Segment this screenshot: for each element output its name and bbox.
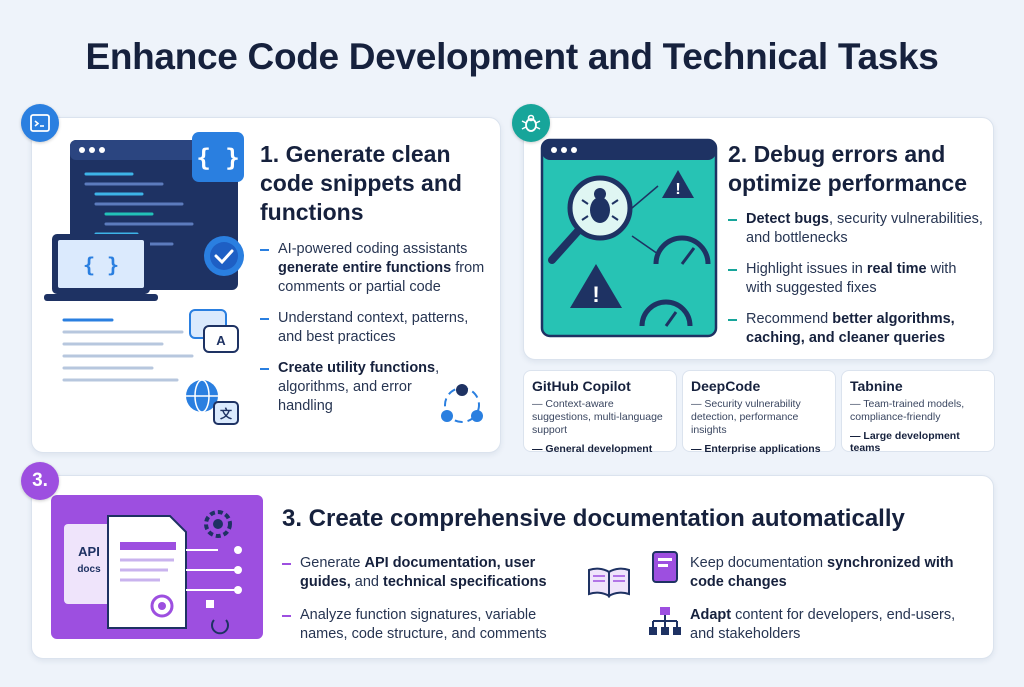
tool-description: — Context-aware suggestions, multi-langu… [532,398,663,436]
svg-text:!: ! [592,282,599,307]
section3-bullets-left: Generate API documentation, user guides,… [282,554,582,656]
tool-card-github-copilot: GitHub Copilot — Context-aware suggestio… [523,370,677,455]
list-item: Analyze function signatures, variable na… [282,606,582,644]
list-item: Detect bugs, security vulnerabilities, a… [728,210,983,248]
bullet-text: Keep documentation [690,555,828,571]
svg-text:A: A [216,333,226,348]
bullet-text: Highlight issues in [746,261,867,277]
documentation-card: API docs 3. Create comprehensive documen… [31,475,994,659]
bullet-bold: Adapt [690,607,732,623]
api-label: API [78,544,100,559]
code-generation-card: { } { } A 文 1. Generate clean code snipp… [31,117,501,453]
list-item: Highlight issues in real time with with … [728,260,983,298]
bullet-bold: generate entire functions [278,260,452,276]
svg-text:{ }: { } [83,253,119,277]
bullet-text: Generate [300,555,365,571]
section3-number-badge: 3. [21,462,59,500]
list-item: Adapt content for developers, end-users,… [672,606,962,644]
documentation-illustration: API docs [51,495,263,639]
bullet-text: AI-powered coding assistants [278,241,468,257]
tool-card-tabnine: Tabnine — Team-trained models, complianc… [841,370,995,454]
tool-name: Tabnine [850,378,903,394]
svg-text:!: ! [675,181,680,198]
tool-card-deepcode: DeepCode — Security vulnerability detect… [682,370,836,455]
section3-bullets-right: Keep documentation synchronized with cod… [672,554,962,656]
tool-use-case: — Enterprise applications [691,443,821,455]
debug-window-illustration: ! ! [540,138,718,338]
terminal-icon [21,104,59,142]
bullet-bold: technical specifications [383,574,547,590]
bug-icon [512,104,550,142]
page-title: Enhance Code Development and Technical T… [85,36,939,77]
debugging-card: ! ! 2. Debug errors and optimize perform… [523,117,994,360]
list-item: Recommend better algorithms, caching, an… [728,310,983,348]
tool-name: DeepCode [691,378,761,394]
list-item: Understand context, patterns, and best p… [260,309,495,347]
bullet-text: and [350,574,384,590]
section2-bullets: Detect bugs, security vulnerabilities, a… [728,210,983,360]
bullet-bold: Detect bugs [746,211,829,227]
bullet-bold: Create utility functions [278,360,436,376]
list-item: AI-powered coding assistants generate en… [260,240,495,297]
svg-text:文: 文 [220,406,233,421]
tool-use-case: — Large development teams [850,430,960,454]
section1-heading: 1. Generate clean code snippets and func… [260,141,462,225]
open-book-icon [588,567,630,598]
list-item: Create utility functions, algorithms, an… [260,359,440,416]
tool-name: GitHub Copilot [532,378,631,394]
svg-text:{ }: { } [196,144,239,172]
section3-heading: 3. Create comprehensive documentation au… [282,505,905,532]
list-item: Keep documentation synchronized with cod… [672,554,962,592]
team-network-icon [441,384,483,423]
list-item: Generate API documentation, user guides,… [282,554,582,592]
bullet-bold: real time [866,261,927,277]
tool-description: — Team-trained models, compliance-friend… [850,398,965,423]
tool-use-case: — General development [532,443,653,455]
bullet-text: Understand context, patterns, and best p… [278,310,469,345]
bullet-text: Analyze function signatures, variable na… [300,607,547,642]
bullet-text: Recommend [746,311,833,327]
code-editor-illustration: { } { } A 文 [44,132,244,425]
docs-label: docs [77,564,101,575]
section2-heading: 2. Debug errors and optimize performance [728,141,967,196]
tool-description: — Security vulnerability detection, perf… [691,398,801,436]
